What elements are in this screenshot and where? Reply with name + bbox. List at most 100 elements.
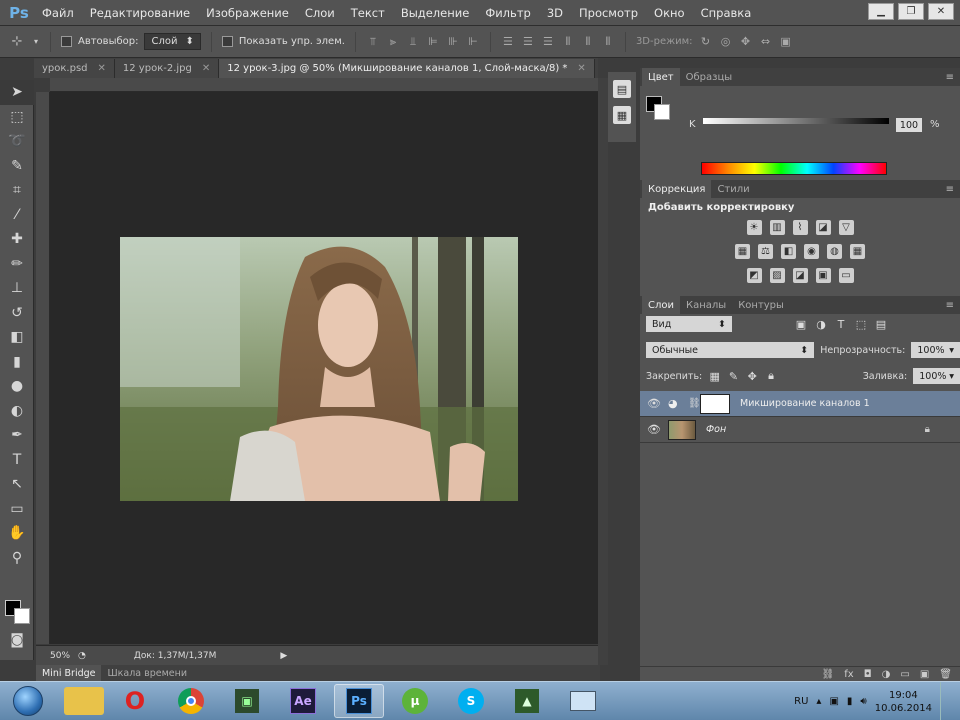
pan-3d-icon[interactable]: ✥ bbox=[739, 35, 753, 49]
visibility-eye-icon[interactable]: 👁︎ bbox=[640, 423, 668, 436]
brush-tool-icon[interactable]: ✏ bbox=[0, 252, 34, 277]
skype-icon[interactable]: S bbox=[446, 684, 496, 718]
align-top-icon[interactable]: ⫪ bbox=[366, 35, 380, 49]
layer-thumbnail[interactable] bbox=[668, 419, 696, 440]
curves-icon[interactable]: ⌇ bbox=[792, 220, 808, 235]
clock[interactable]: 19:04 10.06.2014 bbox=[875, 689, 932, 715]
pen-tool-icon[interactable]: ✒ bbox=[0, 423, 34, 448]
lock-position-icon[interactable]: ✥ bbox=[746, 369, 759, 383]
marquee-tool-icon[interactable]: ⬚ bbox=[0, 105, 34, 130]
tab-adjustments[interactable]: Коррекция bbox=[642, 180, 712, 198]
tab-layers[interactable]: Слои bbox=[642, 296, 680, 314]
close-icon[interactable]: ✕ bbox=[202, 63, 210, 74]
show-desktop-button[interactable] bbox=[940, 682, 950, 720]
tab-document-3[interactable]: 12 урок-3.jpg @ 50% (Микширование канало… bbox=[219, 59, 595, 78]
utorrent-icon[interactable]: µ bbox=[390, 684, 440, 718]
tray-arrow-icon[interactable]: ▴ bbox=[816, 696, 821, 707]
new-layer-icon[interactable]: ▣ bbox=[920, 669, 929, 680]
link-layers-icon[interactable]: ⛓ bbox=[822, 669, 835, 680]
gradient-tool-icon[interactable]: ▮ bbox=[0, 350, 34, 375]
tab-swatches[interactable]: Образцы bbox=[680, 68, 739, 86]
photoshop-taskbar-icon[interactable]: Ps bbox=[334, 684, 384, 718]
dodge-tool-icon[interactable]: ◐ bbox=[0, 399, 34, 424]
levels-icon[interactable]: ▥ bbox=[769, 220, 785, 235]
menu-help[interactable]: Справка bbox=[693, 0, 760, 26]
k-slider[interactable] bbox=[703, 118, 889, 124]
tab-channels[interactable]: Каналы bbox=[680, 296, 732, 314]
color-balance-icon[interactable]: ⚖ bbox=[758, 244, 773, 259]
menu-layers[interactable]: Слои bbox=[297, 0, 343, 26]
menu-view[interactable]: Просмотр bbox=[571, 0, 646, 26]
menu-image[interactable]: Изображение bbox=[198, 0, 297, 26]
tab-mini-bridge[interactable]: Mini Bridge bbox=[36, 665, 102, 681]
chain-icon[interactable]: ⛓ bbox=[688, 398, 701, 409]
after-effects-icon[interactable]: Ae bbox=[278, 684, 328, 718]
gradient-map-icon[interactable]: ▭ bbox=[838, 268, 854, 283]
play-icon[interactable]: ▶ bbox=[280, 651, 287, 661]
new-group-icon[interactable]: ▭ bbox=[900, 669, 909, 680]
zoom-level[interactable]: 50% bbox=[50, 651, 70, 661]
distribute-vcenter-icon[interactable]: ☰ bbox=[521, 35, 535, 49]
photo-filter-icon[interactable]: ◉ bbox=[804, 244, 819, 259]
start-button[interactable] bbox=[6, 683, 50, 719]
menu-edit[interactable]: Редактирование bbox=[82, 0, 198, 26]
eyedropper-tool-icon[interactable]: ⁄ bbox=[0, 203, 34, 228]
menu-select[interactable]: Выделение bbox=[393, 0, 478, 26]
explorer-icon[interactable] bbox=[64, 687, 104, 715]
exposure-icon[interactable]: ◪ bbox=[815, 220, 831, 235]
rotate-3d-icon[interactable]: ↻ bbox=[699, 35, 713, 49]
tray-app-icon[interactable]: ▣ bbox=[829, 696, 838, 707]
quick-select-tool-icon[interactable]: ✎ bbox=[0, 154, 34, 179]
network-icon[interactable]: ▮ bbox=[847, 696, 853, 707]
trash-icon[interactable]: 🗑︎ bbox=[939, 669, 952, 680]
color-lookup-icon[interactable]: ▦ bbox=[850, 244, 865, 259]
layer-name[interactable]: Микширование каналов 1 bbox=[740, 398, 870, 409]
color-background-swatch[interactable] bbox=[654, 104, 670, 120]
vertical-scrollbar[interactable] bbox=[598, 78, 608, 665]
k-value-field[interactable]: 100 bbox=[896, 118, 922, 132]
eraser-tool-icon[interactable]: ◧ bbox=[0, 325, 34, 350]
move-tool-icon[interactable]: ⊹ bbox=[8, 33, 26, 51]
panel-menu-icon[interactable]: ≡ bbox=[946, 184, 954, 195]
tab-document-2[interactable]: 12 урок-2.jpg ✕ bbox=[114, 59, 220, 78]
invert-icon[interactable]: ◩ bbox=[746, 268, 762, 283]
canvas-area[interactable] bbox=[50, 92, 598, 644]
autoselect-checkbox[interactable] bbox=[61, 36, 72, 47]
panel-menu-icon[interactable]: ≡ bbox=[946, 72, 954, 83]
opacity-field[interactable]: 100% ▾ bbox=[911, 342, 960, 358]
layer-filter-dropdown[interactable]: Вид ⬍ bbox=[646, 316, 732, 332]
history-panel-icon[interactable]: ▤ bbox=[613, 80, 631, 98]
layer-name[interactable]: Фон bbox=[706, 424, 726, 435]
panel-menu-icon[interactable]: ≡ bbox=[946, 300, 954, 311]
blend-mode-dropdown[interactable]: Обычные ⬍ bbox=[646, 342, 815, 358]
restore-icon[interactable]: ❐ bbox=[898, 3, 924, 20]
background-color-swatch[interactable] bbox=[14, 608, 30, 624]
history-brush-tool-icon[interactable]: ↺ bbox=[0, 301, 34, 326]
hue-saturation-icon[interactable]: ▦ bbox=[735, 244, 750, 259]
align-bottom-icon[interactable]: ⫫ bbox=[406, 35, 420, 49]
align-vcenter-icon[interactable]: ⫸ bbox=[386, 35, 400, 49]
layer-row[interactable]: 👁︎ ◕ ⛓ Микширование каналов 1 bbox=[640, 391, 960, 417]
distribute-top-icon[interactable]: ☰ bbox=[501, 35, 515, 49]
layer-style-icon[interactable]: fx bbox=[844, 669, 853, 680]
zoom-tool-icon[interactable]: ⚲ bbox=[0, 546, 34, 571]
distribute-left-icon[interactable]: ⦀ bbox=[561, 35, 575, 49]
tab-styles[interactable]: Стили bbox=[711, 180, 755, 198]
menu-filter[interactable]: Фильтр bbox=[477, 0, 539, 26]
slide-3d-icon[interactable]: ⇔ bbox=[759, 35, 773, 49]
layer-mask-thumbnail[interactable] bbox=[700, 393, 730, 414]
close-icon[interactable]: ✕ bbox=[98, 63, 106, 74]
distribute-bottom-icon[interactable]: ☰ bbox=[541, 35, 555, 49]
menu-3d[interactable]: 3D bbox=[539, 0, 571, 26]
show-controls-checkbox[interactable] bbox=[221, 36, 233, 47]
blur-tool-icon[interactable]: ● bbox=[0, 374, 34, 399]
menu-window[interactable]: Окно bbox=[646, 0, 693, 26]
app-window-icon[interactable] bbox=[558, 684, 608, 718]
filter-shape-icon[interactable]: ⬚ bbox=[854, 317, 868, 331]
menu-file[interactable]: Файл bbox=[34, 0, 82, 26]
layer-row[interactable]: 👁︎ Фон 🔒︎ bbox=[640, 417, 960, 443]
tab-document-1[interactable]: урок.psd ✕ bbox=[34, 59, 115, 78]
visibility-eye-icon[interactable]: 👁︎ bbox=[640, 397, 668, 410]
minimize-icon[interactable]: ▁ bbox=[868, 3, 894, 20]
app-green-icon[interactable]: ▲ bbox=[502, 684, 552, 718]
